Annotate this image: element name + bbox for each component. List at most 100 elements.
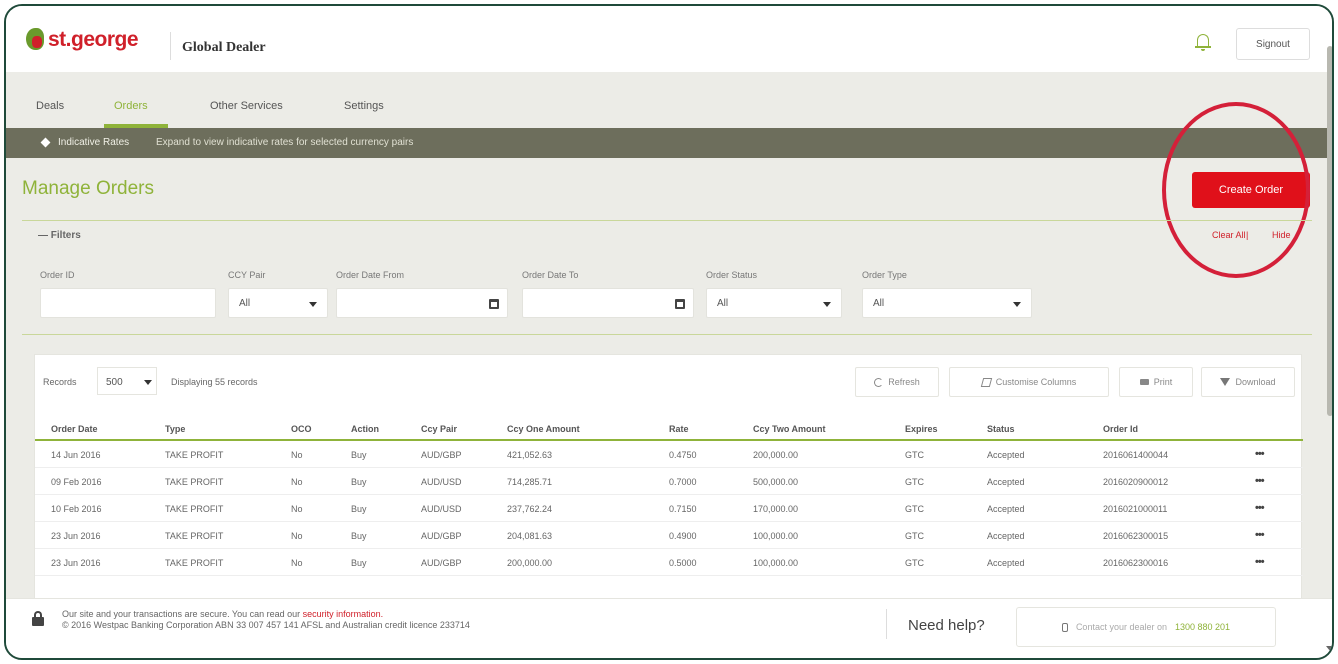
date-to-input[interactable] <box>522 288 694 318</box>
cell-type: TAKE PROFIT <box>165 450 224 460</box>
more-actions-icon[interactable]: ••• <box>1255 556 1265 568</box>
col-order-id[interactable]: Order Id <box>1103 424 1138 434</box>
contact-dealer-button[interactable]: Contact your dealer on 1300 880 201 <box>1016 607 1276 647</box>
filters-separator: | <box>1246 230 1249 240</box>
calendar-icon[interactable] <box>489 299 499 309</box>
order-type-select[interactable]: All <box>862 288 1032 318</box>
more-actions-icon[interactable]: ••• <box>1255 502 1265 514</box>
chevron-down-icon <box>823 302 831 307</box>
col-type[interactable]: Type <box>165 424 185 434</box>
main-nav: Deals Orders Other Services Settings <box>6 72 1332 128</box>
cell-ccy-two-amount: 500,000.00 <box>753 477 799 487</box>
cell-order-date: 23 Jun 2016 <box>51 558 101 568</box>
cell-type: TAKE PROFIT <box>165 558 224 568</box>
cell-rate: 0.5000 <box>669 558 697 568</box>
filters-divider-bottom <box>22 334 1312 335</box>
records-value: 500 <box>106 377 123 388</box>
ccy-pair-select[interactable]: All <box>228 288 328 318</box>
filters-label: Filters <box>50 230 81 241</box>
displaying-count: Displaying 55 records <box>171 377 258 387</box>
cell-expires: GTC <box>905 477 924 487</box>
records-label: Records <box>43 377 77 387</box>
tab-orders[interactable]: Orders <box>114 100 148 112</box>
col-ccy-one-amount[interactable]: Ccy One Amount <box>507 424 580 434</box>
more-actions-icon[interactable]: ••• <box>1255 448 1265 460</box>
clear-all-link[interactable]: Clear All <box>1212 230 1246 240</box>
phone-icon <box>1061 622 1068 632</box>
order-id-label: Order ID <box>40 270 75 280</box>
tab-settings[interactable]: Settings <box>344 100 384 112</box>
cell-status: Accepted <box>987 531 1025 541</box>
cell-ccy-pair: AUD/USD <box>421 477 462 487</box>
more-actions-icon[interactable]: ••• <box>1255 529 1265 541</box>
download-label: Download <box>1235 377 1276 387</box>
order-type-value: All <box>873 298 885 309</box>
cell-order-date: 14 Jun 2016 <box>51 450 101 460</box>
cell-oco: No <box>291 477 303 487</box>
col-expires[interactable]: Expires <box>905 424 938 434</box>
table-row[interactable]: 10 Feb 2016 TAKE PROFIT No Buy AUD/USD 2… <box>35 495 1303 522</box>
col-status[interactable]: Status <box>987 424 1015 434</box>
order-status-select[interactable]: All <box>706 288 842 318</box>
indicative-rates-banner[interactable]: Indicative Rates Expand to view indicati… <box>6 128 1332 158</box>
security-information-link[interactable]: security information. <box>303 609 384 619</box>
chevron-down-icon <box>144 380 152 385</box>
col-ccy-two-amount[interactable]: Ccy Two Amount <box>753 424 826 434</box>
app-name: Global Dealer <box>182 40 266 55</box>
cell-ccy-one-amount: 237,762.24 <box>507 504 553 514</box>
cell-status: Accepted <box>987 504 1025 514</box>
download-button[interactable]: Download <box>1201 367 1295 397</box>
hide-filters-link[interactable]: Hide <box>1272 230 1291 240</box>
table-row[interactable]: 09 Feb 2016 TAKE PROFIT No Buy AUD/USD 7… <box>35 468 1303 495</box>
table-row[interactable]: 14 Jun 2016 TAKE PROFIT No Buy AUD/GBP 4… <box>35 441 1303 468</box>
banner-text: Expand to view indicative rates for sele… <box>156 137 414 148</box>
banner-label: Indicative Rates <box>58 137 130 148</box>
chevron-down-icon <box>309 302 317 307</box>
cell-expires: GTC <box>905 504 924 514</box>
highlight-circle-annotation <box>1162 102 1310 278</box>
customise-columns-button[interactable]: Customise Columns <box>949 367 1109 397</box>
table-header: Order Date Type OCO Action Ccy Pair Ccy … <box>35 415 1303 441</box>
order-id-input[interactable] <box>40 288 216 318</box>
col-ccy-pair[interactable]: Ccy Pair <box>421 424 457 434</box>
col-rate[interactable]: Rate <box>669 424 689 434</box>
cell-expires: GTC <box>905 558 924 568</box>
date-to-label: Order Date To <box>522 270 579 280</box>
col-action[interactable]: Action <box>351 424 379 434</box>
refresh-icon <box>874 377 884 387</box>
page-title: Manage Orders <box>22 178 155 199</box>
signout-button[interactable]: Signout <box>1236 28 1310 60</box>
cell-expires: GTC <box>905 450 924 460</box>
footer: Our site and your transactions are secur… <box>6 598 1332 658</box>
more-actions-icon[interactable]: ••• <box>1255 475 1265 487</box>
table-row[interactable]: 23 Jun 2016 TAKE PROFIT No Buy AUD/GBP 2… <box>35 549 1303 576</box>
cell-ccy-pair: AUD/USD <box>421 504 462 514</box>
refresh-button[interactable]: Refresh <box>855 367 939 397</box>
scroll-down-icon[interactable] <box>1326 646 1332 651</box>
print-button[interactable]: Print <box>1119 367 1193 397</box>
date-from-label: Order Date From <box>336 270 405 280</box>
cell-order-id: 2016020900012 <box>1103 477 1169 487</box>
brand-logo[interactable]: st.george <box>24 26 139 54</box>
col-oco[interactable]: OCO <box>291 424 312 434</box>
need-help-label: Need help? <box>908 617 985 634</box>
security-notice: Our site and your transactions are secur… <box>62 609 383 619</box>
col-order-date[interactable]: Order Date <box>51 424 98 434</box>
tab-deals[interactable]: Deals <box>36 100 64 112</box>
tab-other-services[interactable]: Other Services <box>210 100 283 112</box>
dragon-logo-icon <box>24 26 46 54</box>
cell-type: TAKE PROFIT <box>165 504 224 514</box>
calendar-icon[interactable] <box>675 299 685 309</box>
cell-order-date: 09 Feb 2016 <box>51 477 102 487</box>
date-from-input[interactable] <box>336 288 508 318</box>
filters-toggle[interactable]: — Filters <box>38 230 81 241</box>
table-row[interactable]: 23 Jun 2016 TAKE PROFIT No Buy AUD/GBP 2… <box>35 522 1303 549</box>
download-icon <box>1220 378 1231 386</box>
copyright-text: © 2016 Westpac Banking Corporation ABN 3… <box>62 620 470 630</box>
security-text: Our site and your transactions are secur… <box>62 609 301 619</box>
app-window: st.george Global Dealer Signout Deals Or… <box>4 4 1334 660</box>
page-scrollbar[interactable] <box>1327 46 1332 416</box>
records-per-page-select[interactable]: 500 <box>97 367 157 395</box>
bell-icon[interactable] <box>1195 34 1211 51</box>
filters-header: — Filters Clear All | Hide <box>22 224 1312 248</box>
